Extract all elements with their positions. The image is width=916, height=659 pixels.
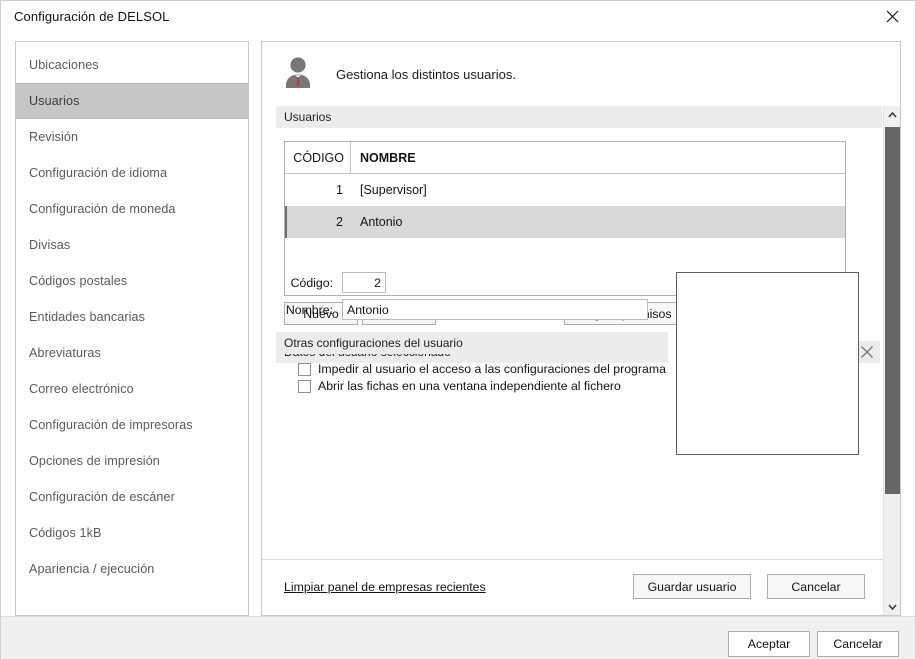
cell-codigo: 2 <box>336 215 343 229</box>
sidebar-item-label: Configuración de idioma <box>29 166 168 180</box>
sidebar-item-label: Revisión <box>29 130 79 144</box>
user-options-checkboxes: Impedir al usuario el acceso a las confi… <box>276 362 676 396</box>
sidebar-item-configuracion-idioma[interactable]: Configuración de idioma <box>16 155 248 191</box>
sidebar-item-label: Apariencia / ejecución <box>29 562 155 576</box>
chevron-up-icon <box>888 111 897 118</box>
users-settings-panel: Gestiona los distintos usuarios. Usuario… <box>261 41 901 616</box>
limpiar-panel-link[interactable]: Limpiar panel de empresas recientes <box>284 580 486 594</box>
checkbox-row-impedir-acceso[interactable]: Impedir al usuario el acceso a las confi… <box>276 362 676 376</box>
sidebar-item-divisas[interactable]: Divisas <box>16 227 248 263</box>
column-header-codigo[interactable]: CÓDIGO <box>285 142 351 173</box>
sidebar-item-label: Opciones de impresión <box>29 454 160 468</box>
sidebar-item-ubicaciones[interactable]: Ubicaciones <box>16 47 248 83</box>
nombre-input[interactable] <box>342 299 648 320</box>
sidebar-item-opciones-impresion[interactable]: Opciones de impresión <box>16 443 248 479</box>
sidebar-item-label: Códigos postales <box>29 274 128 288</box>
nombre-label: Nombre: <box>285 302 333 317</box>
sidebar-item-configuracion-escaner[interactable]: Configuración de escáner <box>16 479 248 515</box>
sidebar-item-entidades-bancarias[interactable]: Entidades bancarias <box>16 299 248 335</box>
sidebar-item-apariencia-ejecucion[interactable]: Apariencia / ejecución <box>16 551 248 587</box>
sidebar-item-label: Configuración de escáner <box>29 490 175 504</box>
sidebar-item-abreviaturas[interactable]: Abreviaturas <box>16 335 248 371</box>
window-title: Configuración de DELSOL <box>14 9 170 24</box>
scroll-down-button[interactable] <box>884 598 900 615</box>
settings-sidebar: Ubicaciones Usuarios Revisión Configurac… <box>15 41 249 616</box>
section-band-usuarios: Usuarios <box>276 106 882 128</box>
codigo-input[interactable] <box>342 272 386 293</box>
sidebar-item-usuarios[interactable]: Usuarios <box>16 83 248 119</box>
sidebar-item-label: Usuarios <box>29 94 80 108</box>
cell-codigo: 1 <box>336 183 343 197</box>
panel-content: Usuarios CÓDIGO NOMBRE 1 [Supervisor] 2 … <box>262 106 882 615</box>
user-form: Código: Nombre: <box>276 272 668 326</box>
sidebar-item-configuracion-moneda[interactable]: Configuración de moneda <box>16 191 248 227</box>
cancelar-button[interactable]: Cancelar <box>817 631 899 657</box>
sidebar-item-label: Códigos 1kB <box>29 526 102 540</box>
checkbox-label: Abrir las fichas en una ventana independ… <box>318 379 621 393</box>
sidebar-item-configuracion-impresoras[interactable]: Configuración de impresoras <box>16 407 248 443</box>
window-close-button[interactable] <box>869 1 915 32</box>
sidebar-item-label: Abreviaturas <box>29 346 101 360</box>
cell-nombre: Antonio <box>360 215 403 229</box>
cancelar-usuario-button[interactable]: Cancelar <box>767 574 865 599</box>
sidebar-item-label: Divisas <box>29 238 71 252</box>
checkbox-abrir-fichas[interactable] <box>298 379 311 393</box>
imagen-close-icon[interactable] <box>860 345 874 359</box>
panel-header: Gestiona los distintos usuarios. <box>262 42 900 106</box>
checkbox-impedir-acceso[interactable] <box>298 362 311 376</box>
aceptar-button[interactable]: Aceptar <box>728 631 810 657</box>
table-header-row: CÓDIGO NOMBRE <box>285 142 845 174</box>
user-image-box[interactable] <box>676 272 859 455</box>
sidebar-item-correo-electronico[interactable]: Correo electrónico <box>16 371 248 407</box>
vertical-scrollbar[interactable] <box>883 106 900 615</box>
panel-scroll-column <box>883 106 900 615</box>
dialog-footer: Aceptar Cancelar <box>1 616 915 659</box>
checkbox-label: Impedir al usuario el acceso a las confi… <box>318 362 666 376</box>
sidebar-item-label: Correo electrónico <box>29 382 134 396</box>
sidebar-item-codigos-postales[interactable]: Códigos postales <box>16 263 248 299</box>
codigo-label: Código: <box>290 275 333 290</box>
table-row[interactable]: 1 [Supervisor] <box>285 174 845 206</box>
close-icon <box>886 10 898 23</box>
scrollbar-thumb[interactable] <box>885 127 900 494</box>
form-row-codigo: Código: <box>276 272 668 293</box>
sidebar-item-revision[interactable]: Revisión <box>16 119 248 155</box>
sidebar-item-label: Ubicaciones <box>29 58 99 72</box>
sidebar-item-label: Entidades bancarias <box>29 310 146 324</box>
table-row[interactable]: 2 Antonio <box>285 206 845 238</box>
cell-nombre: [Supervisor] <box>360 183 427 197</box>
sidebar-item-label: Configuración de impresoras <box>29 418 193 432</box>
dialog-body: Ubicaciones Usuarios Revisión Configurac… <box>1 32 915 616</box>
form-row-nombre: Nombre: <box>276 299 668 320</box>
chevron-down-icon <box>888 603 897 610</box>
checkbox-row-abrir-fichas[interactable]: Abrir las fichas en una ventana independ… <box>276 379 676 393</box>
title-bar: Configuración de DELSOL <box>1 1 915 32</box>
panel-header-text: Gestiona los distintos usuarios. <box>336 66 516 82</box>
settings-dialog: Configuración de DELSOL Ubicaciones Usua… <box>0 0 916 659</box>
panel-footer: Limpiar panel de empresas recientes Guar… <box>262 559 883 615</box>
section-band-otras-configuraciones: Otras configuraciones del usuario <box>276 332 668 354</box>
sidebar-item-label: Configuración de moneda <box>29 202 176 216</box>
user-avatar-icon <box>286 57 310 88</box>
guardar-usuario-button[interactable]: Guardar usuario <box>633 574 751 599</box>
sidebar-item-codigos-1kb[interactable]: Códigos 1kB <box>16 515 248 551</box>
scroll-up-button[interactable] <box>884 106 900 123</box>
column-header-nombre[interactable]: NOMBRE <box>351 142 416 173</box>
